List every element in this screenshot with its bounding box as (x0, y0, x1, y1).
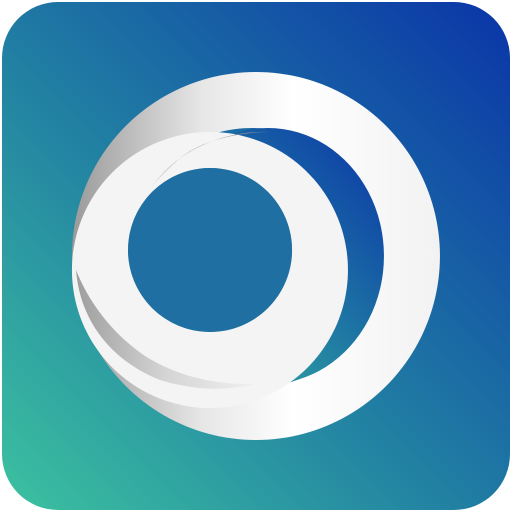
icon-canvas (0, 0, 512, 512)
app-icon[interactable] (0, 0, 512, 512)
center-hole (128, 168, 292, 332)
ring-logo-icon (2, 2, 510, 510)
